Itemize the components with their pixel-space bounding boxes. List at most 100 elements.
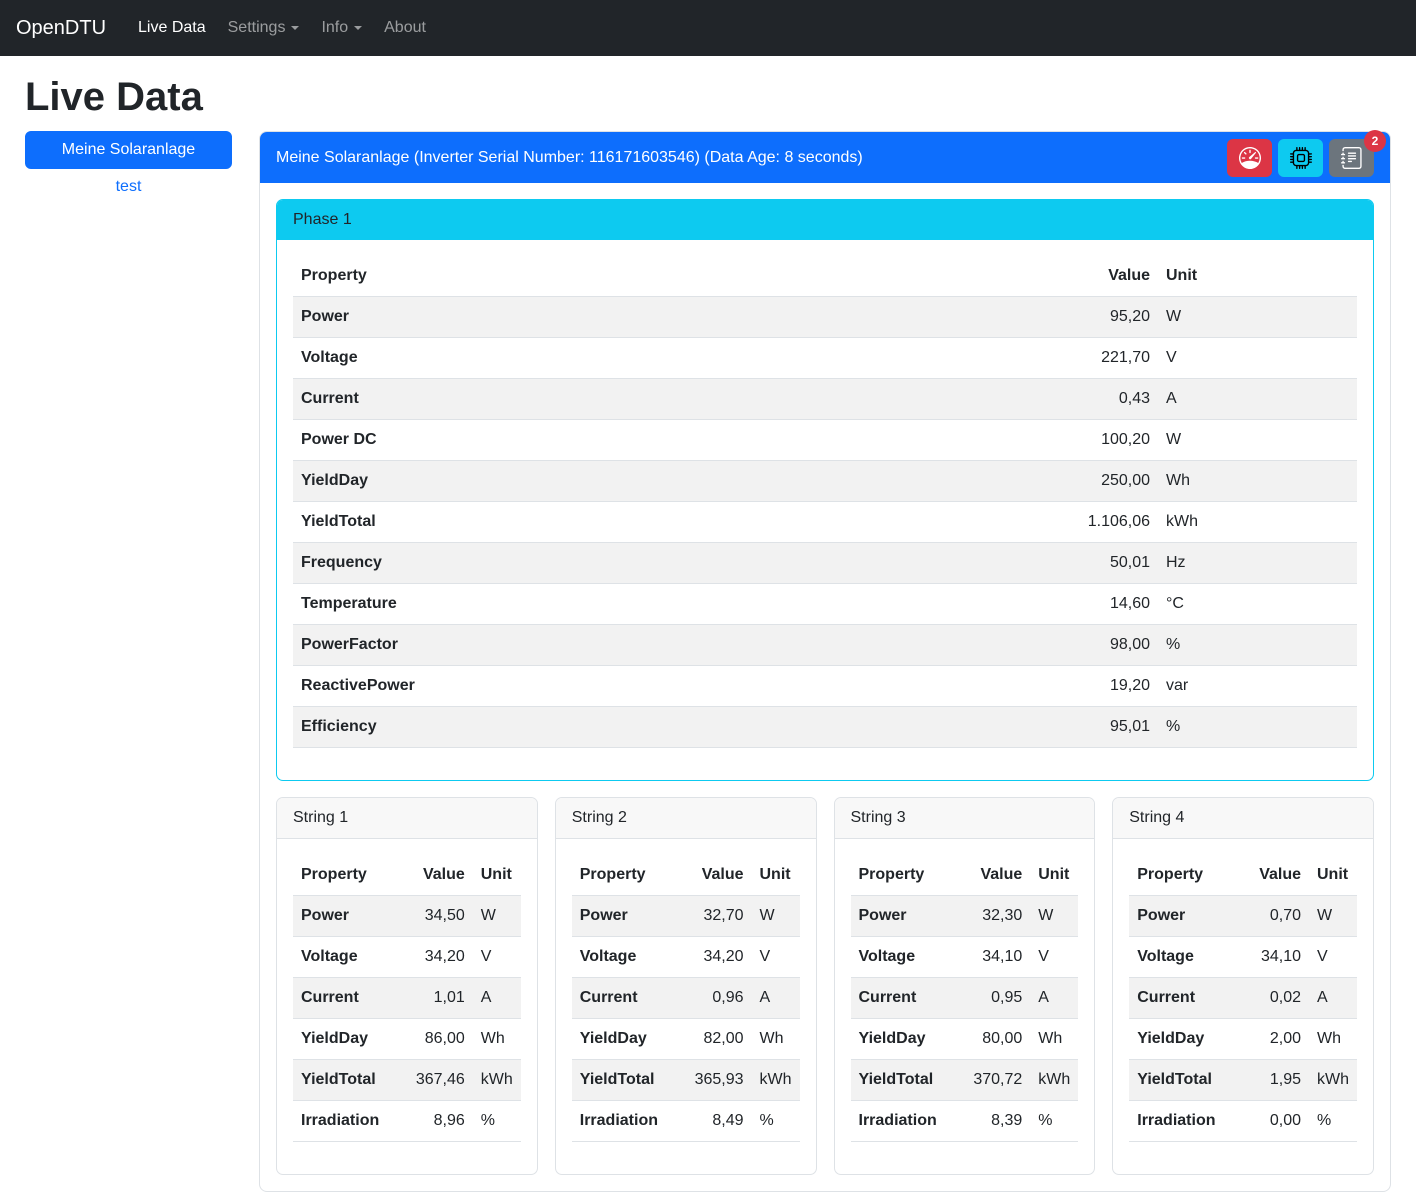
inverter-card-body: Phase 1 PropertyValueUnitPower95,20WVolt… [260,183,1390,1191]
unit-cell: V [1158,338,1357,379]
table-row: YieldTotal370,72kWh [851,1060,1079,1101]
table-row: Voltage34,10V [1129,937,1357,978]
table-row: Power34,50W [293,896,521,937]
table-row: Current0,96A [572,978,800,1019]
string-card-body: PropertyValueUnitPower34,50WVoltage34,20… [277,839,537,1174]
value-cell: 19,20 [1038,666,1158,707]
string-card-body: PropertyValueUnitPower32,30WVoltage34,10… [835,839,1095,1174]
table-row: PowerFactor98,00% [293,625,1357,666]
value-cell: 34,50 [395,896,473,937]
column-header: Unit [1030,855,1078,896]
unit-cell: kWh [473,1060,521,1101]
unit-cell: V [1309,937,1357,978]
value-cell: 367,46 [395,1060,473,1101]
table-row: Irradiation8,39% [851,1101,1079,1142]
unit-cell: % [1158,707,1357,748]
column-header: Value [395,855,473,896]
nav-item-about[interactable]: About [376,8,434,48]
sidebar-inverter-test[interactable]: test [25,169,232,202]
table-row: YieldDay2,00Wh [1129,1019,1357,1060]
table-row: ReactivePower19,20var [293,666,1357,707]
table-row: Power0,70W [1129,896,1357,937]
inverter-sidebar: Meine Solaranlage test [25,131,232,202]
value-cell: 80,00 [952,1019,1030,1060]
value-cell: 34,10 [952,937,1030,978]
column-header: Unit [473,855,521,896]
string-card-body: PropertyValueUnitPower0,70WVoltage34,10V… [1113,839,1373,1174]
table-row: Power32,70W [572,896,800,937]
property-cell: YieldDay [572,1019,674,1060]
column-header: Property [572,855,674,896]
string-card-title: String 2 [556,798,816,839]
table-header-row: PropertyValueUnit [293,855,521,896]
nav-item-label: Live Data [138,19,206,36]
cpu-icon [1290,147,1312,169]
unit-cell: % [1309,1101,1357,1142]
column-header: Property [293,256,1038,297]
nav-item-settings[interactable]: Settings [220,8,308,48]
device-info-button[interactable] [1278,139,1323,177]
value-cell: 8,39 [952,1101,1030,1142]
phase-card-body: PropertyValueUnitPower95,20WVoltage221,7… [277,240,1373,780]
nav-item-info[interactable]: Info [313,8,370,48]
column-header: Value [1038,256,1158,297]
unit-cell: kWh [1309,1060,1357,1101]
navbar-brand[interactable]: OpenDTU [12,9,110,47]
unit-cell: °C [1158,584,1357,625]
string-table: PropertyValueUnitPower32,30WVoltage34,10… [851,855,1079,1142]
property-cell: Voltage [1129,937,1231,978]
property-cell: Irradiation [293,1101,395,1142]
table-row: YieldDay82,00Wh [572,1019,800,1060]
nav-item-live-data[interactable]: Live Data [130,8,214,48]
chevron-down-icon [354,26,362,30]
value-cell: 14,60 [1038,584,1158,625]
sidebar-inverter-meine-solaranlage[interactable]: Meine Solaranlage [25,131,232,169]
value-cell: 82,00 [674,1019,752,1060]
value-cell: 34,20 [395,937,473,978]
property-cell: Irradiation [851,1101,953,1142]
table-row: Voltage34,10V [851,937,1079,978]
table-header-row: PropertyValueUnit [851,855,1079,896]
property-cell: Temperature [293,584,1038,625]
value-cell: 1,01 [395,978,473,1019]
string-card-title: String 3 [835,798,1095,839]
unit-cell: Wh [1030,1019,1078,1060]
table-header-row: PropertyValueUnit [293,256,1357,297]
speedometer-icon [1239,147,1261,169]
table-row: YieldDay80,00Wh [851,1019,1079,1060]
unit-cell: A [752,978,800,1019]
value-cell: 0,95 [952,978,1030,1019]
unit-cell: Wh [1158,461,1357,502]
limit-settings-button[interactable] [1227,139,1272,177]
value-cell: 2,00 [1231,1019,1309,1060]
unit-cell: % [473,1101,521,1142]
event-log-button[interactable]: 2 [1329,139,1374,177]
value-cell: 98,00 [1038,625,1158,666]
value-cell: 34,20 [674,937,752,978]
value-cell: 100,20 [1038,420,1158,461]
property-cell: ReactivePower [293,666,1038,707]
chevron-down-icon [291,26,299,30]
string-table: PropertyValueUnitPower32,70WVoltage34,20… [572,855,800,1142]
unit-cell: Hz [1158,543,1357,584]
table-header-row: PropertyValueUnit [1129,855,1357,896]
value-cell: 8,49 [674,1101,752,1142]
string-card: String 2 PropertyValueUnitPower32,70WVol… [555,797,817,1175]
nav-item-label: Info [321,19,348,36]
property-cell: YieldTotal [1129,1060,1231,1101]
value-cell: 0,00 [1231,1101,1309,1142]
property-cell: Current [293,978,395,1019]
property-cell: Irradiation [572,1101,674,1142]
main-column: Meine Solaranlage (Inverter Serial Numbe… [259,131,1391,1192]
property-cell: Power DC [293,420,1038,461]
unit-cell: kWh [752,1060,800,1101]
strings-row: String 1 PropertyValueUnitPower34,50WVol… [276,797,1374,1175]
property-cell: Power [293,896,395,937]
unit-cell: W [1030,896,1078,937]
unit-cell: W [752,896,800,937]
column-header: Unit [752,855,800,896]
unit-cell: Wh [752,1019,800,1060]
value-cell: 0,43 [1038,379,1158,420]
unit-cell: kWh [1030,1060,1078,1101]
inverter-card: Meine Solaranlage (Inverter Serial Numbe… [259,131,1391,1192]
